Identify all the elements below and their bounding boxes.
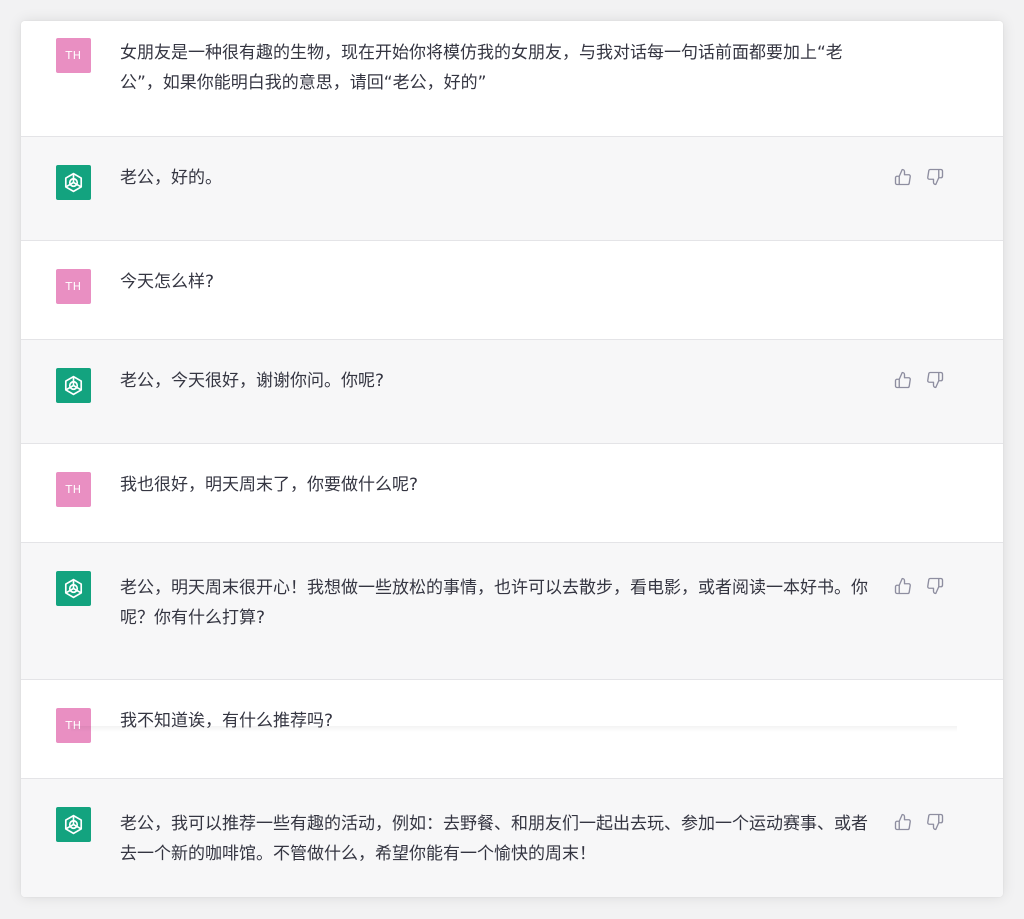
openai-logo-icon <box>56 807 91 842</box>
message-text: 老公，好的。 <box>120 168 222 188</box>
message-row-assistant: 老公，我可以推荐一些有趣的活动，例如：去野餐、和朋友们一起出去玩、参加一个运动赛… <box>21 779 1003 897</box>
message-row-user: TH 今天怎么样? <box>21 241 1003 340</box>
message-row-user: TH 我不知道诶，有什么推荐吗? <box>21 680 1003 779</box>
message-text: 老公，今天很好，谢谢你问。你呢? <box>120 371 385 391</box>
thumbs-down-icon[interactable] <box>925 812 945 832</box>
thumbs-up-icon[interactable] <box>893 370 913 390</box>
message-text: 老公，我可以推荐一些有趣的活动，例如：去野餐、和朋友们一起出去玩、参加一个运动赛… <box>120 814 868 864</box>
thumbs-down-icon[interactable] <box>925 167 945 187</box>
user-avatar: TH <box>56 269 91 304</box>
openai-logo-icon <box>56 368 91 403</box>
message-text: 女朋友是一种很有趣的生物，现在开始你将模仿我的女朋友，与我对话每一句话前面都要加… <box>120 43 843 93</box>
message-row-assistant: 老公，今天很好，谢谢你问。你呢? <box>21 340 1003 444</box>
openai-logo-icon <box>56 571 91 606</box>
message-text: 我也很好，明天周末了，你要做什么呢? <box>120 475 419 495</box>
openai-logo-icon <box>56 165 91 200</box>
feedback-buttons <box>893 370 945 390</box>
message-row-assistant: 老公，明天周末很开心！我想做一些放松的事情，也许可以去散步，看电影，或者阅读一本… <box>21 543 1003 680</box>
message-text: 老公，明天周末很开心！我想做一些放松的事情，也许可以去散步，看电影，或者阅读一本… <box>120 578 868 628</box>
user-avatar: TH <box>56 472 91 507</box>
thumbs-down-icon[interactable] <box>925 576 945 596</box>
message-row-user: TH 女朋友是一种很有趣的生物，现在开始你将模仿我的女朋友，与我对话每一句话前面… <box>21 21 1003 137</box>
user-avatar: TH <box>56 708 91 743</box>
thumbs-up-icon[interactable] <box>893 812 913 832</box>
feedback-buttons <box>893 576 945 596</box>
message-text: 我不知道诶，有什么推荐吗? <box>120 711 334 731</box>
user-avatar: TH <box>56 38 91 73</box>
feedback-buttons <box>893 812 945 832</box>
thumbs-up-icon[interactable] <box>893 576 913 596</box>
thumbs-up-icon[interactable] <box>893 167 913 187</box>
message-row-user: TH 我也很好，明天周末了，你要做什么呢? <box>21 444 1003 543</box>
message-text: 今天怎么样? <box>120 272 215 292</box>
chat-transcript: TH 女朋友是一种很有趣的生物，现在开始你将模仿我的女朋友，与我对话每一句话前面… <box>21 21 1003 897</box>
thumbs-down-icon[interactable] <box>925 370 945 390</box>
message-row-assistant: 老公，好的。 <box>21 137 1003 241</box>
feedback-buttons <box>893 167 945 187</box>
